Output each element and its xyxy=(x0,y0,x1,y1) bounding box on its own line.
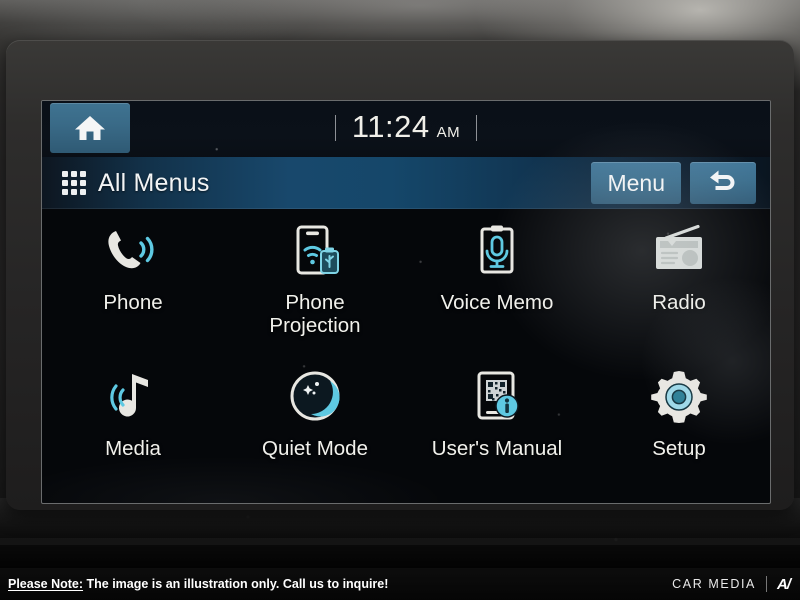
app-tile-users-manual[interactable]: User's Manual xyxy=(406,359,588,503)
app-label-line1: Phone xyxy=(285,291,345,314)
radio-icon xyxy=(648,221,710,283)
clock-time: 11:24 xyxy=(351,109,430,144)
brand-lockup: CAR MEDIA A/ xyxy=(672,575,791,593)
clock: 11:24 AM xyxy=(42,109,770,145)
grid-icon xyxy=(62,171,86,195)
infotainment-screen: 11:24 AM All Menus Menu Phone Phone Proj… xyxy=(41,100,771,504)
page-title: All Menus xyxy=(98,168,210,197)
clock-divider-left xyxy=(334,115,336,141)
app-label: Radio xyxy=(652,291,706,314)
app-label: Phone Projection xyxy=(269,291,360,337)
disclaimer-label: Please Note: xyxy=(8,577,84,591)
voice-memo-microphone-icon xyxy=(466,221,528,283)
app-grid: Phone Phone Projection Voice Memo Radio … xyxy=(42,213,770,503)
clock-divider-right xyxy=(476,115,478,141)
back-arrow-icon xyxy=(710,170,735,190)
app-label: Phone xyxy=(103,291,163,314)
app-tile-phone[interactable]: Phone xyxy=(42,213,224,359)
crescent-moon-icon xyxy=(284,367,346,429)
app-label-line2: Projection xyxy=(269,314,361,337)
phone-projection-icon xyxy=(284,221,346,283)
app-tile-quiet-mode[interactable]: Quiet Mode xyxy=(224,359,406,503)
disclaimer-note: Please Note: The image is an illustratio… xyxy=(8,577,388,591)
dashboard-photo: 11:24 AM All Menus Menu Phone Phone Proj… xyxy=(0,0,800,568)
brand-logo-mark: A/ xyxy=(777,575,791,593)
status-bar: 11:24 AM xyxy=(42,101,770,161)
app-label: Voice Memo xyxy=(440,291,554,314)
phone-handset-icon xyxy=(102,221,164,283)
title-bar-actions: Menu xyxy=(591,162,756,204)
app-tile-media[interactable]: Media xyxy=(42,359,224,503)
app-tile-radio[interactable]: Radio xyxy=(588,213,770,359)
dashboard-lower-shadow xyxy=(0,545,800,568)
gear-icon xyxy=(648,367,710,429)
brand-divider xyxy=(766,576,767,592)
app-label: User's Manual xyxy=(431,437,563,460)
back-button[interactable] xyxy=(690,162,756,204)
head-unit-bezel: 11:24 AM All Menus Menu Phone Phone Proj… xyxy=(6,40,794,510)
app-label: Setup xyxy=(652,437,706,460)
brand-name: CAR MEDIA xyxy=(672,577,756,591)
app-tile-setup[interactable]: Setup xyxy=(588,359,770,503)
menu-button[interactable]: Menu xyxy=(591,162,681,204)
manual-qr-info-icon xyxy=(466,367,528,429)
clock-meridiem: AM xyxy=(436,124,461,141)
app-label: Media xyxy=(105,437,161,460)
title-bar: All Menus Menu xyxy=(42,157,770,209)
disclaimer-text: The image is an illustration only. Call … xyxy=(86,577,389,591)
music-note-icon xyxy=(102,367,164,429)
app-label: Quiet Mode xyxy=(262,437,368,460)
footer-bar: Please Note: The image is an illustratio… xyxy=(0,568,800,600)
app-tile-phone-projection[interactable]: Phone Projection xyxy=(224,213,406,359)
app-tile-voice-memo[interactable]: Voice Memo xyxy=(406,213,588,359)
